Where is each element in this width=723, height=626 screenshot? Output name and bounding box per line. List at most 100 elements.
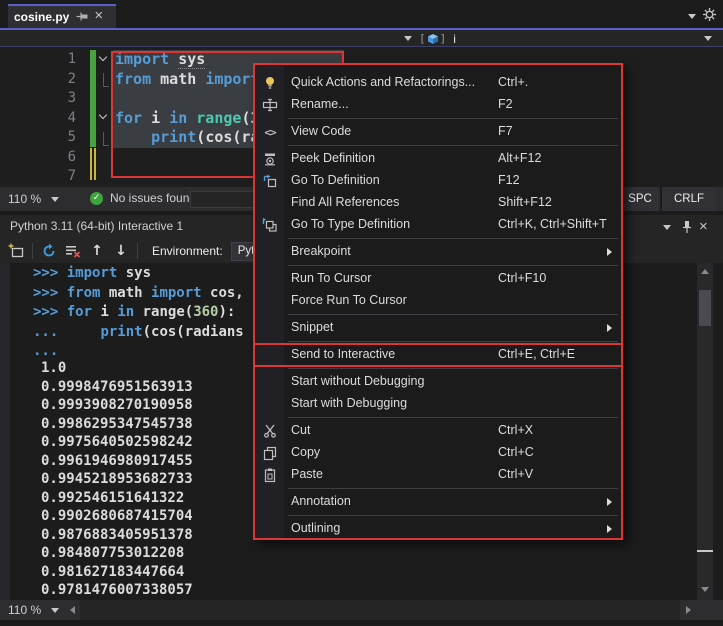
repl-output-line: 0.981627183447664 (41, 563, 193, 582)
navbar-chevron-icon (404, 36, 412, 41)
space-indicator[interactable]: SPC (620, 187, 658, 211)
tab-list-chevron-icon[interactable] (688, 14, 696, 19)
scroll-down-icon[interactable] (701, 587, 709, 592)
zoom-chevron-icon (51, 608, 59, 613)
interactive-zoom-select[interactable]: 110 % (8, 600, 59, 620)
repl-output-values: 1.00.99984769515639130.99939082701909580… (41, 359, 193, 599)
menu-item-view-code[interactable]: <> View Code F7 (255, 121, 621, 143)
repl-line: ... print(cos(radians (33, 323, 244, 343)
active-tab-accent (8, 4, 116, 6)
menu-item-annotation[interactable]: Annotation (255, 491, 621, 513)
interactive-zoom-value: 110 % (8, 603, 41, 617)
clear-screen-button[interactable] (61, 240, 85, 262)
issues-check-icon: ✓ (90, 192, 103, 205)
pin-tab-icon[interactable] (76, 10, 89, 22)
menu-item-start-without-debugging[interactable]: Start without Debugging (255, 371, 621, 393)
menu-item-peek-definition[interactable]: Peek Definition Alt+F12 (255, 148, 621, 170)
scissors-icon (260, 422, 280, 440)
menu-item-go-to-definition[interactable]: Go To Definition F12 (255, 170, 621, 192)
code-token: from (67, 285, 101, 301)
menu-separator (288, 145, 618, 146)
code-token: >>> (33, 304, 67, 320)
menu-item-start-with-debugging[interactable]: Start with Debugging (255, 393, 621, 415)
caret-position-marker (697, 550, 713, 552)
scroll-up-icon[interactable] (701, 269, 709, 274)
menu-item-send-to-interactive[interactable]: Send to Interactive Ctrl+E, Ctrl+E (255, 344, 621, 366)
member-variable-icon: [ ] (419, 32, 446, 45)
go-to-type-definition-icon (260, 216, 280, 234)
settings-gear-icon[interactable] (702, 7, 717, 22)
code-token: range( (134, 304, 193, 320)
horizontal-scrollbar[interactable] (80, 600, 680, 620)
repl-output-line: 0.9986295347545738 (41, 415, 193, 434)
editor-zoom-select[interactable]: 110 % (8, 187, 59, 211)
new-interactive-window-button[interactable] (4, 240, 28, 262)
window-bottom-edge (0, 620, 723, 626)
menu-item-paste[interactable]: Paste Ctrl+V (255, 464, 621, 486)
line-number: 3 (0, 89, 76, 109)
tab-cosine-py[interactable]: cosine.py × (8, 4, 116, 28)
menu-item-find-all-references[interactable]: Find All References Shift+F12 (255, 192, 621, 214)
menu-separator (288, 314, 618, 315)
history-previous-button[interactable]: ↑ (85, 240, 109, 262)
repl-output-line: 1.0 (41, 359, 193, 378)
menu-item-run-to-cursor[interactable]: Run To Cursor Ctrl+F10 (255, 268, 621, 290)
change-bar-unsaved (94, 148, 96, 180)
code-token: cos, (202, 285, 244, 301)
scrollbar-thumb[interactable] (699, 290, 711, 326)
environment-label: Environment: (152, 244, 223, 258)
editor-zoom-value: 110 % (8, 192, 41, 206)
menu-item-force-run-to-cursor[interactable]: Force Run To Cursor (255, 290, 621, 312)
code-token: ... (33, 343, 58, 359)
submenu-arrow-icon (607, 324, 612, 332)
line-ending-indicator[interactable]: CRLF (660, 187, 716, 211)
scroll-left-icon[interactable] (70, 606, 75, 614)
repl-output-line: 0.992546151641322 (41, 489, 193, 508)
repl-output-line: 0.9993908270190958 (41, 396, 193, 415)
zoom-chevron-icon (51, 197, 59, 202)
line-number-gutter: 1234567 (0, 50, 76, 187)
menu-item-quick-actions[interactable]: Quick Actions and Refactorings... Ctrl+. (255, 72, 621, 94)
menu-item-cut[interactable]: Cut Ctrl+X (255, 420, 621, 442)
repl-line: >>> import sys (33, 264, 244, 284)
fold-chevron-icon[interactable] (99, 111, 107, 119)
menu-item-breakpoint[interactable]: Breakpoint (255, 241, 621, 263)
peek-definition-icon (260, 150, 280, 168)
pin-window-icon[interactable] (681, 220, 693, 234)
close-window-icon[interactable]: × (699, 218, 708, 235)
visual-studio-window: cosine.py × [ (0, 0, 723, 626)
menu-item-outlining[interactable]: Outlining (255, 518, 621, 540)
code-token: import (151, 285, 202, 301)
menu-separator (288, 265, 618, 266)
menu-item-go-to-type-definition[interactable]: Go To Type Definition Ctrl+K, Ctrl+Shift… (255, 214, 621, 236)
repl-output-line: 0.9781476007338057 (41, 581, 193, 599)
line-number: 4 (0, 109, 76, 129)
submenu-arrow-icon (607, 525, 612, 533)
view-code-icon: <> (260, 123, 280, 141)
navbar-member-dropdown[interactable]: [ ] i (404, 30, 456, 47)
interactive-window-title: Python 3.11 (64-bit) Interactive 1 (10, 219, 183, 233)
menu-item-rename[interactable]: Rename... F2 (255, 94, 621, 116)
vertical-scrollbar[interactable] (697, 263, 713, 600)
repl-line: >>> from math import cos, (33, 284, 244, 304)
close-tab-icon[interactable]: × (94, 8, 103, 23)
menu-separator (288, 488, 618, 489)
menu-separator (288, 515, 618, 516)
fold-chevron-icon[interactable] (99, 53, 107, 61)
menu-separator (288, 341, 618, 342)
navbar-right-chevron-icon[interactable] (704, 36, 712, 41)
menu-item-copy[interactable]: Copy Ctrl+C (255, 442, 621, 464)
line-number: 1 (0, 50, 76, 70)
history-next-button[interactable]: ↓ (109, 240, 133, 262)
issues-status-text[interactable]: No issues found (110, 191, 196, 205)
context-menu: Quick Actions and Refactorings... Ctrl+.… (253, 63, 623, 540)
repl-output-line: 0.9945218953682733 (41, 470, 193, 489)
menu-item-snippet[interactable]: Snippet (255, 317, 621, 339)
scroll-right-icon[interactable] (686, 606, 691, 614)
code-token: (cos(radians (143, 324, 244, 340)
line-number: 2 (0, 70, 76, 90)
reset-interactive-button[interactable] (37, 240, 61, 262)
menu-separator (288, 238, 618, 239)
window-menu-chevron-icon[interactable] (663, 225, 671, 230)
code-token: in (117, 304, 134, 320)
